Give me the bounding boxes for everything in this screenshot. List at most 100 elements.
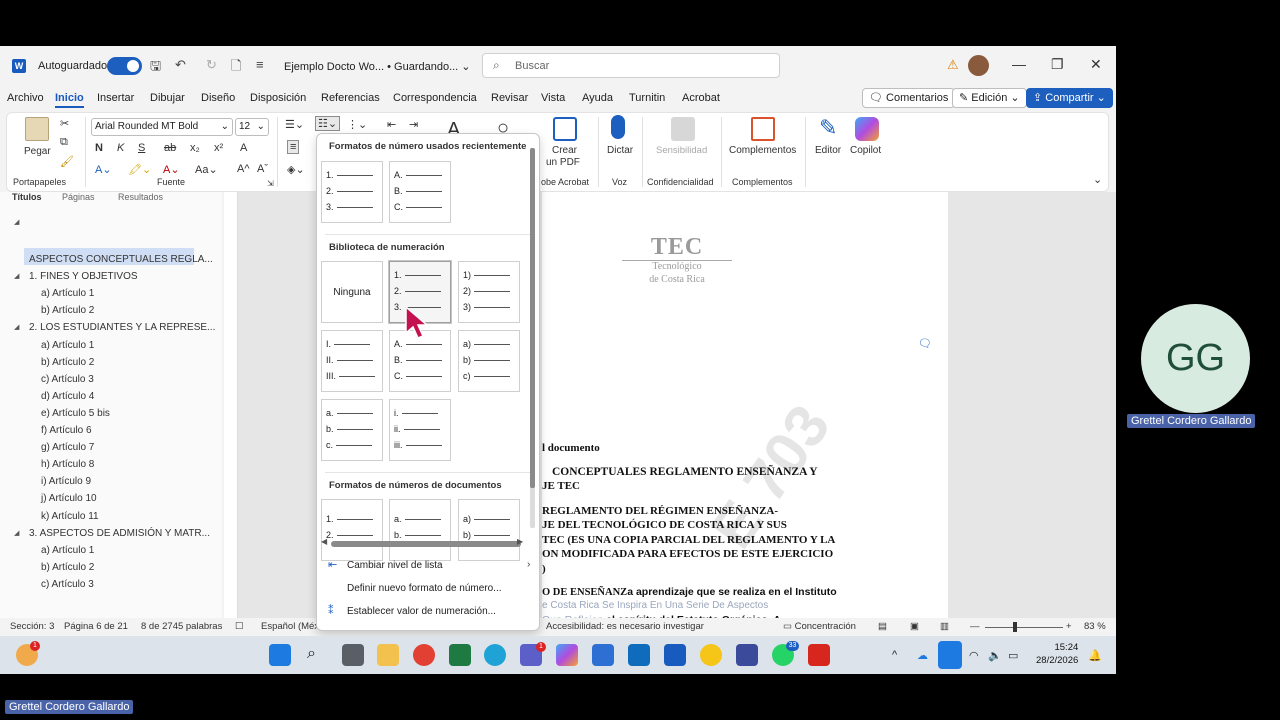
web-layout-icon[interactable]: ▥ [940,621,949,632]
nav-heading-item[interactable]: 2. LOS ESTUDIANTES Y LA REPRESE... [29,322,215,333]
maximize-icon[interactable]: ❐ [1051,56,1064,73]
change-case-icon[interactable]: Aa⌄ [195,163,218,176]
close-icon[interactable]: ✕ [1090,56,1102,73]
editor-label[interactable]: Editor [815,145,841,156]
section-indicator[interactable]: Sección: 3 [10,621,54,632]
nav-expand-arrow-icon[interactable]: ◢ [14,272,19,280]
save-icon[interactable]: 🖫 [150,57,161,79]
editing-mode-button[interactable]: ✎ Edición ⌄ [952,88,1027,108]
text-effects-color-icon[interactable]: A⌄ [95,163,112,176]
library-format-tile[interactable]: a. b. c. [321,399,383,461]
battery-icon[interactable]: ▭ [1008,649,1018,662]
nav-heading-item[interactable]: e) Artículo 5 bis [41,408,110,419]
task-view-icon[interactable] [342,644,364,666]
whiteboard-icon[interactable] [592,644,614,666]
focus-mode[interactable]: ▭ Concentración [783,621,856,632]
cut-icon[interactable]: ✂ [60,117,69,130]
collapse-arrow-icon[interactable]: ◢ [14,218,19,226]
copy-icon[interactable]: ⧉ [60,136,68,149]
volume-icon[interactable]: 🔈 [988,649,1002,662]
chrome-icon[interactable] [413,644,435,666]
nav-heading-item[interactable]: j) Artículo 10 [41,493,97,504]
nav-heading-item[interactable]: b) Artículo 2 [41,357,94,368]
tab-revisar[interactable]: Revisar [491,92,528,104]
font-color-icon[interactable]: A⌄ [163,163,180,176]
edge-icon[interactable] [484,644,506,666]
library-format-tile[interactable]: I. II. III. [321,330,383,392]
tab-insertar[interactable]: Insertar [97,92,134,104]
nav-tab-pages[interactable]: Páginas [62,192,95,202]
copilot-icon[interactable] [855,117,879,141]
recent-format-tile[interactable]: A. B. C. [389,161,451,223]
tab-vista[interactable]: Vista [541,92,565,104]
nav-heading-item[interactable]: h) Artículo 8 [41,459,94,470]
start-button-icon[interactable] [269,644,291,666]
redo-icon[interactable]: ↻ [206,57,217,73]
microphone-icon[interactable] [611,115,625,139]
dictate-label[interactable]: Dictar [607,145,633,156]
document-page[interactable]: TEC Tecnológico de Costa Rica E 703 l do… [542,192,948,624]
strikethrough-button[interactable]: ab [164,142,176,154]
nav-heading-item[interactable]: i) Artículo 9 [41,476,91,487]
new-document-icon[interactable]: 🗋 [231,57,241,79]
outlook-icon[interactable] [628,644,650,666]
multilevel-list-icon[interactable]: ⋮⌄ [347,118,367,131]
nav-heading-item[interactable]: b) Artículo 2 [41,305,94,316]
nav-heading-item[interactable]: c) Artículo 3 [41,579,94,590]
zoom-out-icon[interactable]: — [970,621,980,632]
taskbar-search-icon[interactable]: ⌕ [307,645,316,663]
nav-heading-item[interactable]: ASPECTOS CONCEPTUALES REGLA... [29,254,213,265]
tab-correspondencia[interactable]: Correspondencia [393,92,477,104]
increase-indent-icon[interactable]: ⇥ [409,118,418,131]
library-format-tile[interactable]: i. ii. iii. [389,399,451,461]
nav-heading-item[interactable]: c) Artículo 3 [41,374,94,385]
acrobat-reader-icon[interactable] [808,644,830,666]
word-taskbar-icon[interactable] [664,644,686,666]
scroll-left-icon[interactable]: ◀ [321,537,327,546]
tab-turnitin[interactable]: Turnitin [629,92,665,104]
tab-inicio[interactable]: Inicio [55,92,84,108]
zoom-slider[interactable] [985,627,1063,628]
system-clock[interactable]: 15:24 28/2/2026 [1036,641,1078,667]
nav-heading-item[interactable]: f) Artículo 6 [41,425,92,436]
tab-disposicion[interactable]: Disposición [250,92,306,104]
collapse-ribbon-icon[interactable]: ⌄ [1093,173,1102,186]
library-format-tile[interactable]: a) b) c) [458,330,520,392]
nav-heading-item[interactable]: 3. ASPECTOS DE ADMISIÓN Y MATR... [29,528,210,539]
microphone-tray-icon[interactable] [938,641,962,669]
notifications-icon[interactable]: 🔔 [1088,649,1102,662]
remote-app-icon[interactable] [736,644,758,666]
italic-button[interactable]: K [117,142,124,154]
subscript-button[interactable]: x₂ [190,142,200,154]
tab-dibujar[interactable]: Dibujar [150,92,185,104]
format-painter-icon[interactable]: 🖌 [60,155,74,168]
nav-tab-titles[interactable]: Títulos [12,192,42,202]
scroll-right-icon[interactable]: ▶ [517,537,523,546]
customize-toolbar-icon[interactable]: ≡ [256,57,264,72]
print-layout-icon[interactable]: ▣ [910,621,919,632]
grow-font-icon[interactable]: A^ [237,163,250,175]
decrease-indent-icon[interactable]: ⇤ [387,118,396,131]
zoom-level[interactable]: 83 % [1084,621,1106,632]
comments-button[interactable]: 🗨 Comentarios [862,88,956,108]
nav-tab-results[interactable]: Resultados [118,192,163,202]
minimize-icon[interactable]: — [1012,56,1026,72]
nav-heading-item[interactable]: a) Artículo 1 [41,288,94,299]
show-hidden-icons-icon[interactable]: ^ [892,649,897,661]
font-size-combo[interactable]: 12 ⌄ [235,118,269,136]
tab-acrobat[interactable]: Acrobat [682,92,720,104]
create-pdf-icon[interactable] [553,117,577,141]
autosave-toggle[interactable] [107,57,142,75]
nav-expand-arrow-icon[interactable]: ◢ [14,323,19,331]
wifi-icon[interactable]: ◠ [969,649,979,662]
nav-expand-arrow-icon[interactable]: ◢ [14,529,19,537]
underline-button[interactable]: S [138,142,145,154]
nav-heading-item[interactable]: a) Artículo 1 [41,545,94,556]
search-box[interactable]: ⌕ Buscar [482,53,780,78]
numbering-icon[interactable]: ☷⌄ [315,116,341,131]
dropdown-horizontal-scrollbar[interactable] [331,541,521,547]
numbering-none-tile[interactable]: Ninguna [321,261,383,323]
language-indicator[interactable]: Español (Méx [261,621,319,632]
warning-icon[interactable]: ⚠ [947,57,959,73]
nav-heading-item[interactable]: g) Artículo 7 [41,442,94,453]
